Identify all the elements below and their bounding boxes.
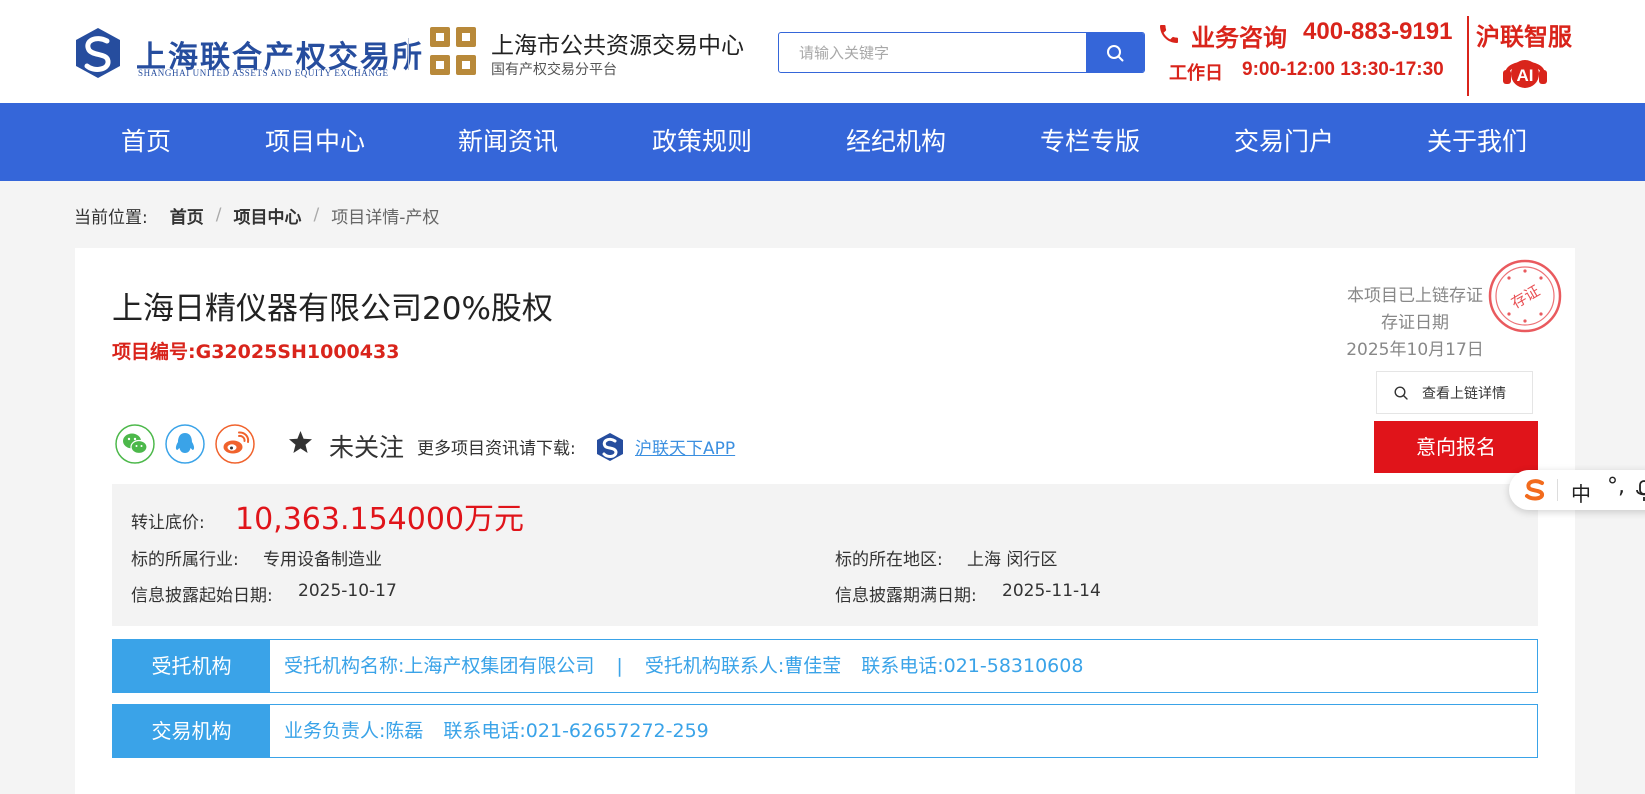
nav-policies[interactable]: 政策规则: [652, 103, 752, 181]
project-info-panel: 转让底价: 10,363.154000万元 标的所属行业: 专用设备制造业 标的…: [112, 484, 1538, 626]
public-resource-logo-icon[interactable]: [430, 27, 478, 77]
breadcrumb-project-center[interactable]: 项目中心: [233, 203, 301, 228]
disclosure-start-label: 信息披露起始日期:: [131, 586, 273, 606]
disclosure-end-label: 信息披露期满日期:: [835, 586, 977, 606]
wechat-icon[interactable]: [115, 424, 155, 464]
weibo-icon[interactable]: [215, 424, 255, 464]
blockchain-date: 2025年10月17日: [1346, 340, 1484, 360]
trustee-tag: 受托机构: [113, 640, 270, 692]
exchange-phone: 联系电话:021-62657272-259: [443, 720, 709, 742]
ai-badge-label: AI: [1517, 66, 1534, 85]
hours-text: 9:00-12:00 13:30-17:30: [1242, 59, 1444, 80]
trustee-row: 受托机构 受托机构名称:上海产权集团有限公司 | 受托机构联系人:曹佳莹 联系电话:0…: [112, 639, 1538, 693]
nav-trading-portal[interactable]: 交易门户: [1234, 103, 1334, 181]
logo-divider: [408, 38, 409, 70]
microphone-icon[interactable]: [1636, 480, 1645, 502]
nav-brokers[interactable]: 经纪机构: [846, 103, 946, 181]
hotline-label: 业务咨询: [1191, 24, 1287, 52]
blockchain-date-label: 存证日期: [1381, 313, 1449, 333]
hotline-divider: [1467, 16, 1469, 96]
search-icon: [1394, 385, 1408, 400]
trustee-contact: 受托机构联系人:曹佳莹: [644, 655, 842, 677]
blockchain-status: 本项目已上链存证: [1347, 286, 1483, 306]
price-label: 转让底价:: [131, 513, 205, 533]
phone-icon: [1160, 25, 1178, 43]
industry-label: 标的所属行业:: [131, 550, 239, 570]
star-icon[interactable]: [288, 430, 313, 454]
main-nav: 首页 项目中心 新闻资讯 政策规则 经纪机构 专栏专版 交易门户 关于我们: [0, 103, 1645, 181]
stamp-label: 存证: [1508, 282, 1543, 313]
view-chain-details-label: 查看上链详情: [1422, 385, 1506, 402]
nav-home[interactable]: 首页: [121, 103, 171, 181]
trustee-name: 受托机构名称:上海产权集团有限公司: [284, 655, 595, 677]
nav-columns[interactable]: 专栏专版: [1040, 103, 1140, 181]
certified-stamp-icon: 存证: [1488, 259, 1562, 333]
disclosure-start-value: 2025-10-17: [298, 581, 397, 601]
exchange-info: 业务负责人:陈磊 联系电话:021-62657272-259: [284, 705, 709, 757]
ime-toolbar: 中 °,: [1509, 470, 1645, 510]
download-prompt: 更多项目资讯请下载:: [417, 439, 576, 459]
ime-divider: [1557, 479, 1558, 501]
app-download-link[interactable]: 沪联天下APP: [635, 434, 735, 459]
ime-punctuation-toggle[interactable]: °,: [1607, 474, 1625, 499]
trustee-info: 受托机构名称:上海产权集团有限公司 | 受托机构联系人:曹佳莹 联系电话:021-58…: [284, 640, 1083, 692]
ai-service-title[interactable]: 沪联智服: [1476, 17, 1572, 52]
exchange-name-en: SHANGHAI UNITED ASSETS AND EQUITY EXCHAN…: [138, 68, 389, 78]
region-label: 标的所在地区:: [835, 550, 943, 570]
disclosure-end-value: 2025-11-14: [1002, 581, 1101, 601]
breadcrumb: 当前位置: 首页 / 项目中心 / 项目详情-产权: [74, 203, 440, 228]
exchange-tag: 交易机构: [113, 705, 270, 757]
platform-name: 上海市公共资源交易中心: [491, 33, 744, 59]
search-input[interactable]: [779, 33, 1087, 72]
project-title: 上海日精仪器有限公司20%股权: [112, 291, 553, 327]
site-header: 上海联合产权交易所 SHANGHAI UNITED ASSETS AND EQU…: [0, 0, 1645, 103]
breadcrumb-prefix: 当前位置:: [74, 207, 148, 228]
apply-intent-button[interactable]: 意向报名: [1374, 421, 1538, 473]
search-box: [778, 32, 1145, 73]
platform-subtitle: 国有产权交易分平台: [491, 62, 617, 78]
industry-value: 专用设备制造业: [263, 550, 382, 570]
sogou-ime-icon[interactable]: [1523, 479, 1547, 501]
hotline-number: 400-883-9191: [1303, 18, 1453, 45]
breadcrumb-current: 项目详情-产权: [331, 207, 440, 228]
project-detail-card: 上海日精仪器有限公司20%股权 项目编号:G32025SH1000433 本项目…: [75, 248, 1575, 794]
nav-about-us[interactable]: 关于我们: [1427, 103, 1527, 181]
nav-project-center[interactable]: 项目中心: [265, 103, 365, 181]
exchange-manager: 业务负责人:陈磊: [284, 720, 424, 742]
search-icon: [1107, 45, 1124, 62]
breadcrumb-separator: /: [313, 205, 320, 225]
nav-news[interactable]: 新闻资讯: [458, 103, 558, 181]
breadcrumb-home[interactable]: 首页: [170, 203, 204, 228]
follow-status[interactable]: 未关注: [329, 428, 404, 464]
hours-label: 工作日: [1169, 63, 1223, 84]
trustee-phone: 联系电话:021-58310608: [861, 655, 1084, 677]
view-chain-details-button[interactable]: 查看上链详情: [1376, 371, 1533, 414]
qq-icon[interactable]: [165, 424, 205, 464]
exchange-row: 交易机构 业务负责人:陈磊 联系电话:021-62657272-259: [112, 704, 1538, 758]
breadcrumb-separator: /: [215, 205, 222, 225]
sueee-logo-icon[interactable]: [74, 26, 122, 80]
price-value: 10,363.154000万元: [235, 502, 525, 537]
blockchain-notice: 本项目已上链存证 存证日期 2025年10月17日: [1315, 283, 1515, 364]
project-code: 项目编号:G32025SH1000433: [112, 341, 400, 363]
ime-language-toggle[interactable]: 中: [1571, 478, 1591, 507]
app-logo-icon: [597, 433, 623, 461]
ai-headset-icon[interactable]: AI: [1501, 52, 1549, 92]
search-button[interactable]: [1086, 33, 1144, 72]
region-value: 上海 闵行区: [967, 550, 1058, 570]
trustee-separator: |: [616, 655, 623, 677]
